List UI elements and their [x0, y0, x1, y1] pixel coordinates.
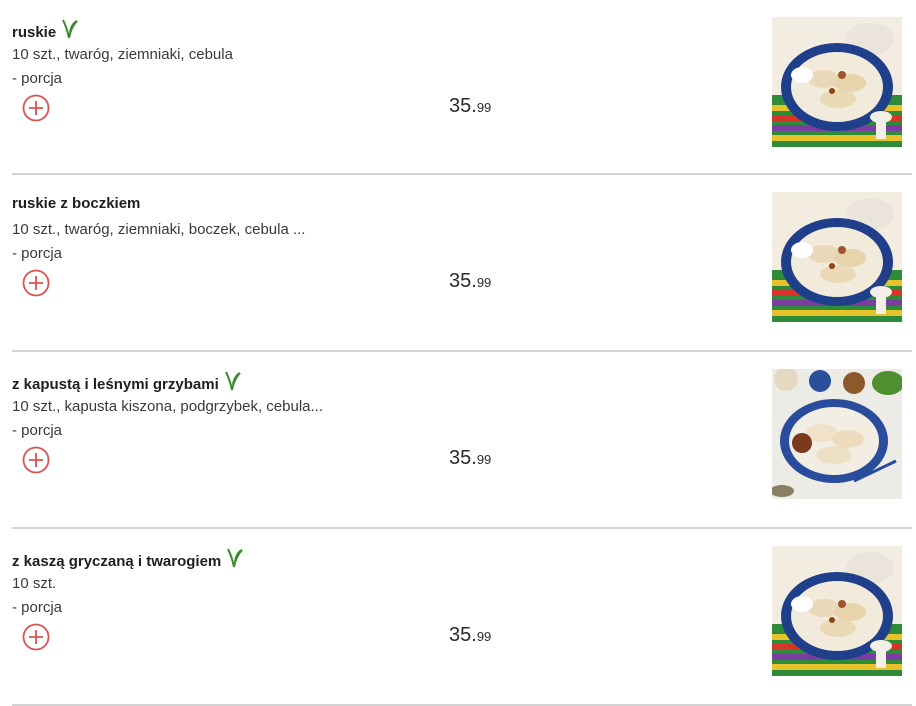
plus-circle-icon	[22, 623, 50, 651]
item-portion: - porcja	[12, 245, 63, 262]
item-description: 10 szt., kapusta kiszona, podgrzybek, ce…	[12, 398, 324, 415]
price-main: 35.	[449, 270, 477, 292]
item-price: 35.99	[449, 270, 491, 293]
add-to-cart-button[interactable]	[22, 446, 50, 474]
item-image[interactable]	[772, 17, 902, 147]
item-portion: - porcja	[12, 599, 63, 616]
item-name: ruskie z boczkiem	[12, 195, 140, 212]
item-price: 35.99	[449, 95, 491, 118]
item-description: 10 szt., twaróg, ziemniaki, boczek, cebu…	[12, 221, 306, 238]
plus-circle-icon	[22, 269, 50, 297]
item-price: 35.99	[449, 447, 491, 470]
add-to-cart-button[interactable]	[22, 94, 50, 122]
price-cents: 99	[476, 275, 492, 290]
item-name-text: z kapustą i leśnymi grzybami	[12, 375, 219, 393]
item-portion: - porcja	[12, 70, 63, 87]
price-cents: 99	[476, 452, 492, 467]
item-portion: - porcja	[12, 422, 63, 439]
item-description: 10 szt.	[12, 575, 57, 592]
add-to-cart-button[interactable]	[22, 269, 50, 297]
price-cents: 99	[476, 629, 492, 644]
leaf-icon	[224, 370, 242, 396]
plus-circle-icon	[22, 446, 50, 474]
item-name: z kapustą i leśnymi grzybami	[12, 370, 242, 396]
price-main: 35.	[449, 95, 477, 117]
leaf-icon	[226, 547, 244, 573]
price-main: 35.	[449, 447, 477, 469]
item-description: 10 szt., twaróg, ziemniaki, cebula	[12, 46, 233, 63]
item-name: z kaszą gryczaną i twarogiem	[12, 547, 244, 573]
price-main: 35.	[449, 624, 477, 646]
menu-item: ruskie 10 szt., twaróg, ziemniaki, cebul…	[12, 0, 912, 175]
plus-circle-icon	[22, 94, 50, 122]
menu-list: ruskie 10 szt., twaróg, ziemniaki, cebul…	[0, 0, 916, 706]
item-image[interactable]	[772, 192, 902, 322]
item-price: 35.99	[449, 624, 491, 647]
item-name-text: ruskie z boczkiem	[12, 195, 141, 212]
item-name-text: z kaszą gryczaną i twarogiem	[12, 552, 222, 570]
menu-item: z kapustą i leśnymi grzybami 10 szt., ka…	[12, 352, 912, 529]
leaf-icon	[61, 18, 79, 44]
price-cents: 99	[476, 100, 492, 115]
add-to-cart-button[interactable]	[22, 623, 50, 651]
menu-item: z kaszą gryczaną i twarogiem 10 szt. - p…	[12, 529, 912, 706]
item-image[interactable]	[772, 546, 902, 676]
menu-item: ruskie z boczkiem 10 szt., twaróg, ziemn…	[12, 175, 912, 352]
item-name: ruskie	[12, 18, 79, 44]
item-name-text: ruskie	[12, 23, 57, 41]
item-image[interactable]	[772, 369, 902, 499]
